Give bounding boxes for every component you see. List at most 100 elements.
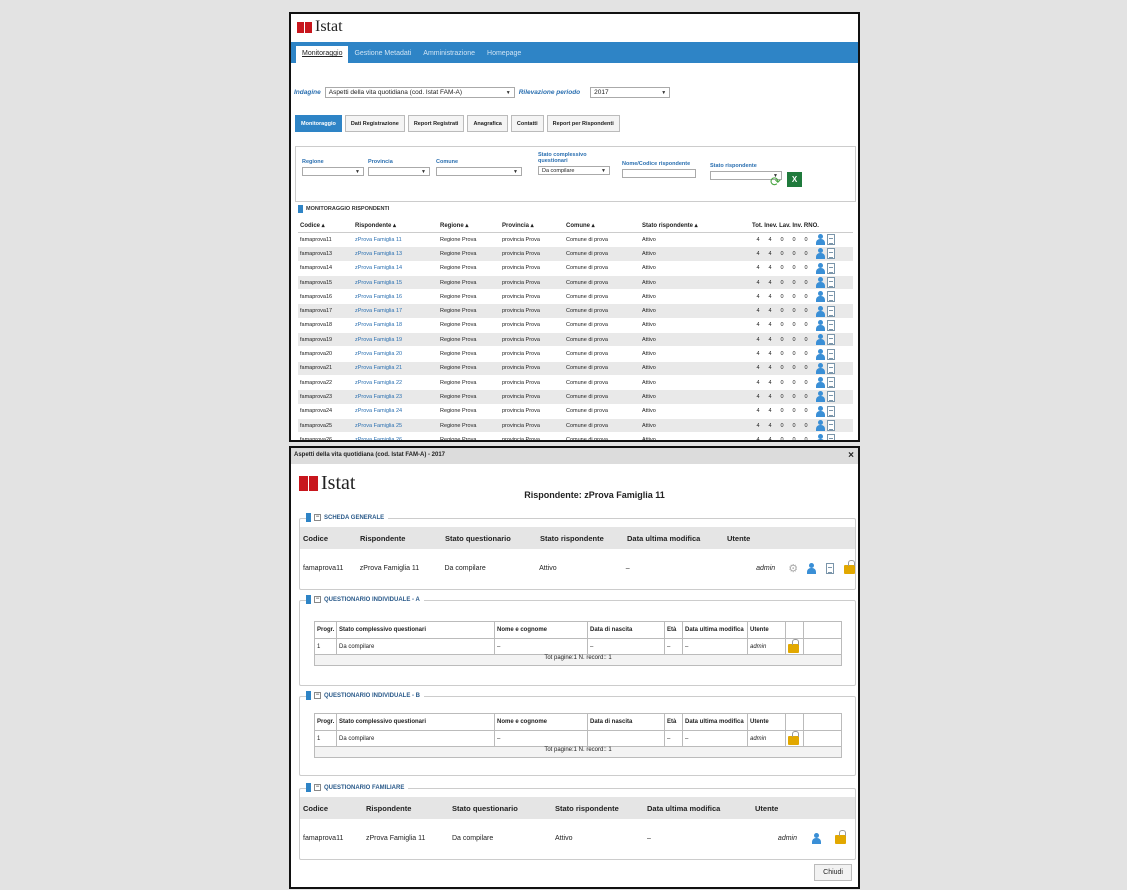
unlock-icon-cell[interactable] — [786, 730, 804, 746]
excel-export-icon[interactable]: X — [787, 172, 802, 187]
user-icon[interactable] — [815, 434, 825, 440]
questionario-b-header[interactable]: − QUESTIONARIO INDIVIDUALE - B — [306, 691, 425, 700]
col-comune[interactable]: Comune ▴ — [566, 222, 642, 229]
user-icon[interactable] — [815, 262, 825, 274]
table-row[interactable]: famaprova14 zProva Famiglia 14 Regione Pro… — [298, 261, 853, 276]
document-icon[interactable] — [827, 248, 835, 260]
col-regione[interactable]: Regione ▴ — [440, 222, 502, 229]
document-icon[interactable] — [827, 405, 835, 417]
table-row[interactable]: famaprova25 zProva Famiglia 25 Regione Pro… — [298, 418, 853, 434]
table-row[interactable]: famaprova18 zProva Famiglia 18 Regione Pro… — [298, 318, 853, 334]
cell-rispondente[interactable]: zProva Famiglia 23 — [355, 394, 440, 400]
indagine-select[interactable]: Aspetti della vita quotidiana (cod. Ista… — [324, 87, 515, 98]
table-row[interactable]: famaprova20 zProva Famiglia 20 Regione Pro… — [298, 347, 853, 362]
nav-monitoraggio[interactable]: Monitoraggio — [296, 46, 349, 63]
user-icon[interactable] — [815, 291, 825, 303]
document-icon[interactable] — [827, 291, 835, 303]
periodo-select[interactable]: 2017 ▼ — [590, 87, 671, 98]
user-icon[interactable] — [815, 305, 825, 317]
collapse-icon[interactable]: − — [314, 596, 321, 603]
refresh-icon[interactable]: ⟳ — [770, 174, 781, 190]
table-row[interactable]: famaprova17 zProva Famiglia 17 Regione Pro… — [298, 304, 853, 319]
user-icon[interactable] — [806, 562, 817, 574]
collapse-icon[interactable]: − — [314, 692, 321, 699]
user-icon[interactable] — [815, 319, 825, 331]
cell-rispondente[interactable]: zProva Famiglia 25 — [355, 423, 440, 429]
user-icon[interactable] — [815, 334, 825, 346]
user-icon[interactable] — [811, 832, 821, 844]
collapse-icon[interactable]: − — [314, 784, 321, 791]
nome-codice-input[interactable] — [622, 169, 696, 178]
unlock-icon[interactable] — [844, 560, 855, 574]
stato-complessivo-select[interactable]: Da compilare ▼ — [538, 166, 610, 175]
table-row[interactable]: famaprova26 zProva Famiglia 26 Regione Pro… — [298, 433, 853, 440]
tab-monitoraggio[interactable]: Monitoraggio — [295, 115, 342, 132]
table-row[interactable]: famaprova16 zProva Famiglia 16 Regione Pro… — [298, 290, 853, 305]
unlock-icon[interactable] — [788, 730, 799, 745]
unlock-icon-cell[interactable] — [786, 638, 804, 654]
user-icon[interactable] — [815, 377, 825, 389]
table-row[interactable]: famaprova13 zProva Famiglia 13 Regione Pro… — [298, 247, 853, 262]
cell-rispondente[interactable]: zProva Famiglia 24 — [355, 408, 440, 414]
regione-select[interactable]: ▼ — [302, 167, 364, 176]
table-row[interactable]: famaprova24 zProva Famiglia 24 Regione Pro… — [298, 404, 853, 419]
document-icon[interactable] — [827, 362, 835, 374]
chiudi-button[interactable]: Chiudi — [814, 864, 852, 881]
document-icon[interactable] — [827, 305, 835, 317]
collapse-icon[interactable]: − — [314, 514, 321, 521]
user-icon[interactable] — [815, 420, 825, 431]
cell-rispondente[interactable]: zProva Famiglia 13 — [355, 251, 440, 257]
table-row[interactable]: famaprova23 zProva Famiglia 23 Regione Pro… — [298, 390, 853, 405]
tab-dati-registrazione[interactable]: Dati Registrazione — [344, 115, 405, 132]
document-icon[interactable] — [827, 319, 835, 331]
scheda-generale-header[interactable]: − SCHEDA GENERALE — [306, 513, 389, 522]
questionario-a-header[interactable]: − QUESTIONARIO INDIVIDUALE - A — [306, 595, 424, 604]
user-icon[interactable] — [815, 391, 825, 403]
col-rispondente[interactable]: Rispondente ▴ — [355, 222, 440, 229]
provincia-select[interactable]: ▼ — [368, 167, 430, 176]
unlock-icon[interactable] — [788, 638, 799, 653]
user-icon[interactable] — [815, 248, 825, 260]
cell-rispondente[interactable]: zProva Famiglia 11 — [355, 237, 440, 243]
document-icon[interactable] — [827, 391, 835, 403]
tab-report-per-rispondenti[interactable]: Report per Rispondenti — [546, 115, 620, 132]
nav-amministrazione[interactable]: Amministrazione — [417, 46, 481, 63]
cell-rispondente[interactable]: zProva Famiglia 20 — [355, 351, 440, 357]
tab-contatti[interactable]: Contatti — [510, 115, 544, 132]
cell-rispondente[interactable]: zProva Famiglia 15 — [355, 280, 440, 286]
cell-rispondente[interactable]: zProva Famiglia 18 — [355, 322, 440, 328]
document-icon[interactable] — [827, 348, 835, 360]
cell-rispondente[interactable]: zProva Famiglia 22 — [355, 380, 440, 386]
nav-gestione-metadati[interactable]: Gestione Metadati — [348, 46, 417, 63]
tab-anagrafica[interactable]: Anagrafica — [467, 115, 508, 132]
cell-rispondente[interactable]: zProva Famiglia 14 — [355, 265, 440, 271]
table-row[interactable]: famaprova19 zProva Famiglia 19 Regione Pro… — [298, 333, 853, 348]
questionario-familiare-header[interactable]: − QUESTIONARIO FAMILIARE — [306, 783, 409, 792]
cell-rispondente[interactable]: zProva Famiglia 16 — [355, 294, 440, 300]
document-icon[interactable] — [827, 234, 835, 246]
document-icon[interactable] — [827, 434, 835, 440]
document-icon[interactable] — [826, 562, 835, 574]
user-icon[interactable] — [815, 234, 825, 246]
cell-rispondente[interactable]: zProva Famiglia 19 — [355, 337, 440, 343]
user-icon[interactable] — [815, 405, 825, 417]
col-provincia[interactable]: Provincia ▴ — [502, 222, 566, 229]
col-codice[interactable]: Codice ▴ — [298, 222, 355, 229]
nav-homepage[interactable]: Homepage — [481, 46, 527, 63]
col-stato-rispondente[interactable]: Stato rispondente ▴ — [642, 222, 752, 229]
document-icon[interactable] — [827, 262, 835, 274]
user-icon[interactable] — [815, 362, 825, 374]
cell-rispondente[interactable]: zProva Famiglia 26 — [355, 437, 440, 440]
table-row[interactable]: famaprova22 zProva Famiglia 22 Regione Pro… — [298, 375, 853, 391]
table-row[interactable]: famaprova11 zProva Famiglia 11 Regione Pro… — [298, 233, 853, 248]
unlock-icon[interactable] — [835, 830, 846, 844]
table-row[interactable]: famaprova15 zProva Famiglia 15 Regione Pro… — [298, 275, 853, 291]
table-row[interactable]: famaprova21 zProva Famiglia 21 Regione Pro… — [298, 361, 853, 376]
document-icon[interactable] — [827, 277, 835, 289]
user-icon[interactable] — [815, 348, 825, 360]
comune-select[interactable]: ▼ — [436, 167, 522, 176]
document-icon[interactable] — [827, 334, 835, 346]
tab-report-registrati[interactable]: Report Registrati — [407, 115, 465, 132]
cell-rispondente[interactable]: zProva Famiglia 21 — [355, 365, 440, 371]
close-icon[interactable]: × — [848, 450, 854, 461]
